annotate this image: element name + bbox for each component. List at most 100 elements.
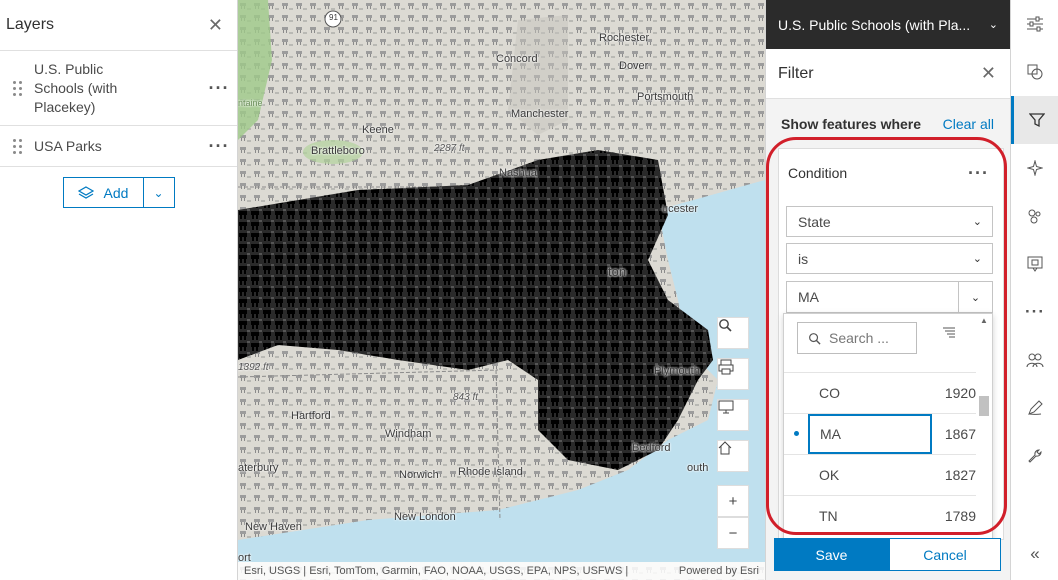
elevation-label: 843 ft (453, 392, 479, 403)
dropdown-scrollbar[interactable] (979, 396, 989, 416)
scroll-up-icon[interactable]: ▲ (980, 316, 988, 325)
city-label: Rochester (599, 32, 650, 44)
city-label: Portsmouth (637, 91, 694, 103)
search-map-button[interactable] (717, 317, 749, 349)
layer-item-schools[interactable]: U.S. Public Schools (with Placekey) ··· (0, 51, 237, 126)
chevron-down-icon: ⌄ (972, 216, 982, 228)
filter-header: Filter ✕ (766, 49, 1010, 99)
chevron-down-icon[interactable]: ⌄ (958, 282, 992, 312)
map-view[interactable]: 91 Concord Rochester Dover Portsmouth Ma… (238, 0, 765, 580)
print-icon (718, 359, 734, 375)
drag-handle-icon[interactable] (0, 80, 34, 96)
city-label: Keene (362, 124, 394, 136)
layers-panel: Layers ✕ U.S. Public Schools (with Place… (0, 0, 238, 580)
show-features-row: Show features where Clear all (766, 99, 1010, 149)
more-tools-button[interactable]: ··· (1011, 288, 1058, 336)
sort-icon[interactable] (942, 326, 956, 342)
dropdown-search[interactable]: Search ... (797, 322, 917, 354)
popups-icon (1027, 256, 1043, 272)
collapse-button[interactable]: « (1011, 530, 1058, 578)
zoom-out-button[interactable]: − (717, 517, 749, 549)
city-label: New Haven (245, 521, 302, 533)
search-icon (719, 319, 732, 332)
show-features-label: Show features where (781, 116, 922, 132)
chevron-down-icon: ⌄ (988, 19, 998, 31)
styles-icon (1027, 64, 1043, 80)
clustering-button[interactable] (1011, 192, 1058, 240)
option-count: 1920 (944, 385, 976, 401)
state-label: Rhode Island (458, 466, 523, 478)
list-item-selected[interactable]: MA 1867 (784, 413, 976, 454)
fields-button[interactable] (1011, 336, 1058, 384)
attribution-text: Esri, USGS | Esri, TomTom, Garmin, FAO, … (244, 565, 629, 577)
search-placeholder: Search ... (829, 330, 889, 346)
collapse-icon: « (1030, 544, 1040, 563)
option-code: TN (819, 508, 838, 524)
layers-header: Layers ✕ (0, 0, 237, 51)
close-filter-icon[interactable]: ✕ (981, 63, 996, 84)
value-dropdown-list: Search ... CO 1920 MA 1867 OK 1827 TN 17… (783, 313, 993, 553)
list-item[interactable]: CO 1920 (784, 372, 976, 413)
filter-button[interactable] (1011, 96, 1058, 144)
popups-button[interactable] (1011, 240, 1058, 288)
elevation-label: 2287 ft (434, 143, 465, 154)
condition-options-icon[interactable]: ··· (968, 163, 989, 184)
cancel-button[interactable]: Cancel (889, 538, 1001, 571)
close-layers-icon[interactable]: ✕ (208, 15, 223, 36)
add-layer-button[interactable]: Add (64, 178, 144, 207)
powered-by[interactable]: Powered by Esri (679, 565, 759, 577)
city-label: Manchester (511, 108, 569, 120)
chevron-down-icon: ⌄ (972, 253, 982, 265)
effects-button[interactable] (1011, 144, 1058, 192)
home-button[interactable] (717, 440, 749, 472)
route-label: 91 (329, 13, 338, 22)
field-value: State (798, 213, 831, 230)
properties-button[interactable] (1011, 0, 1058, 48)
add-label: Add (103, 184, 129, 201)
layer-selector[interactable]: U.S. Public Schools (with Pla... ⌄ (766, 0, 1010, 49)
field-select[interactable]: State ⌄ (786, 206, 993, 237)
value-combobox[interactable]: MA ⌄ (786, 281, 993, 313)
home-icon (718, 441, 732, 455)
layers-icon (77, 185, 94, 199)
filter-title: Filter (778, 64, 814, 82)
clustering-icon (1028, 209, 1041, 224)
layer-options-icon[interactable]: ··· (201, 78, 237, 99)
save-button[interactable]: Save (774, 538, 889, 571)
filter-panel: U.S. Public Schools (with Pla... ⌄ Filte… (765, 0, 1010, 580)
city-label: Brattleboro (311, 145, 365, 157)
list-item[interactable]: TN 1789 (784, 495, 976, 536)
zoom-in-button[interactable]: + (717, 485, 749, 517)
sketch-button[interactable] (1011, 384, 1058, 432)
clear-all-link[interactable]: Clear all (943, 116, 994, 132)
operator-value: is (798, 250, 809, 267)
sketch-icon (1028, 400, 1043, 415)
tools-button[interactable] (1011, 432, 1058, 480)
value-input[interactable]: MA (787, 282, 958, 312)
city-label: Concord (496, 53, 538, 65)
search-icon (809, 332, 821, 345)
drag-handle-icon[interactable] (0, 138, 34, 154)
filter-icon (1028, 113, 1045, 128)
app-root: Layers ✕ U.S. Public Schools (with Place… (0, 0, 1058, 580)
option-count: 1789 (944, 508, 976, 524)
city-label: New London (394, 511, 456, 523)
operator-select[interactable]: is ⌄ (786, 243, 993, 274)
option-code: OK (819, 467, 840, 483)
styles-button[interactable] (1011, 48, 1058, 96)
elevation-label: 1392 ft (238, 362, 269, 373)
layer-name: USA Parks (34, 137, 102, 154)
layer-options-icon[interactable]: ··· (201, 136, 237, 157)
city-label: outh (687, 462, 709, 474)
fullscreen-button[interactable] (717, 399, 749, 431)
layer-item-parks[interactable]: USA Parks ··· (0, 126, 237, 167)
city-label: Plymouth (654, 365, 700, 377)
add-layer-split-button: Add ⌄ (62, 177, 175, 208)
city-label: Nashua (499, 167, 537, 179)
fields-icon (1026, 353, 1044, 368)
add-options-chevron-icon[interactable]: ⌄ (144, 178, 174, 207)
properties-icon (1027, 16, 1043, 32)
city-label: Dover (619, 60, 649, 72)
list-item[interactable]: OK 1827 (784, 454, 976, 495)
print-button[interactable] (717, 358, 749, 390)
